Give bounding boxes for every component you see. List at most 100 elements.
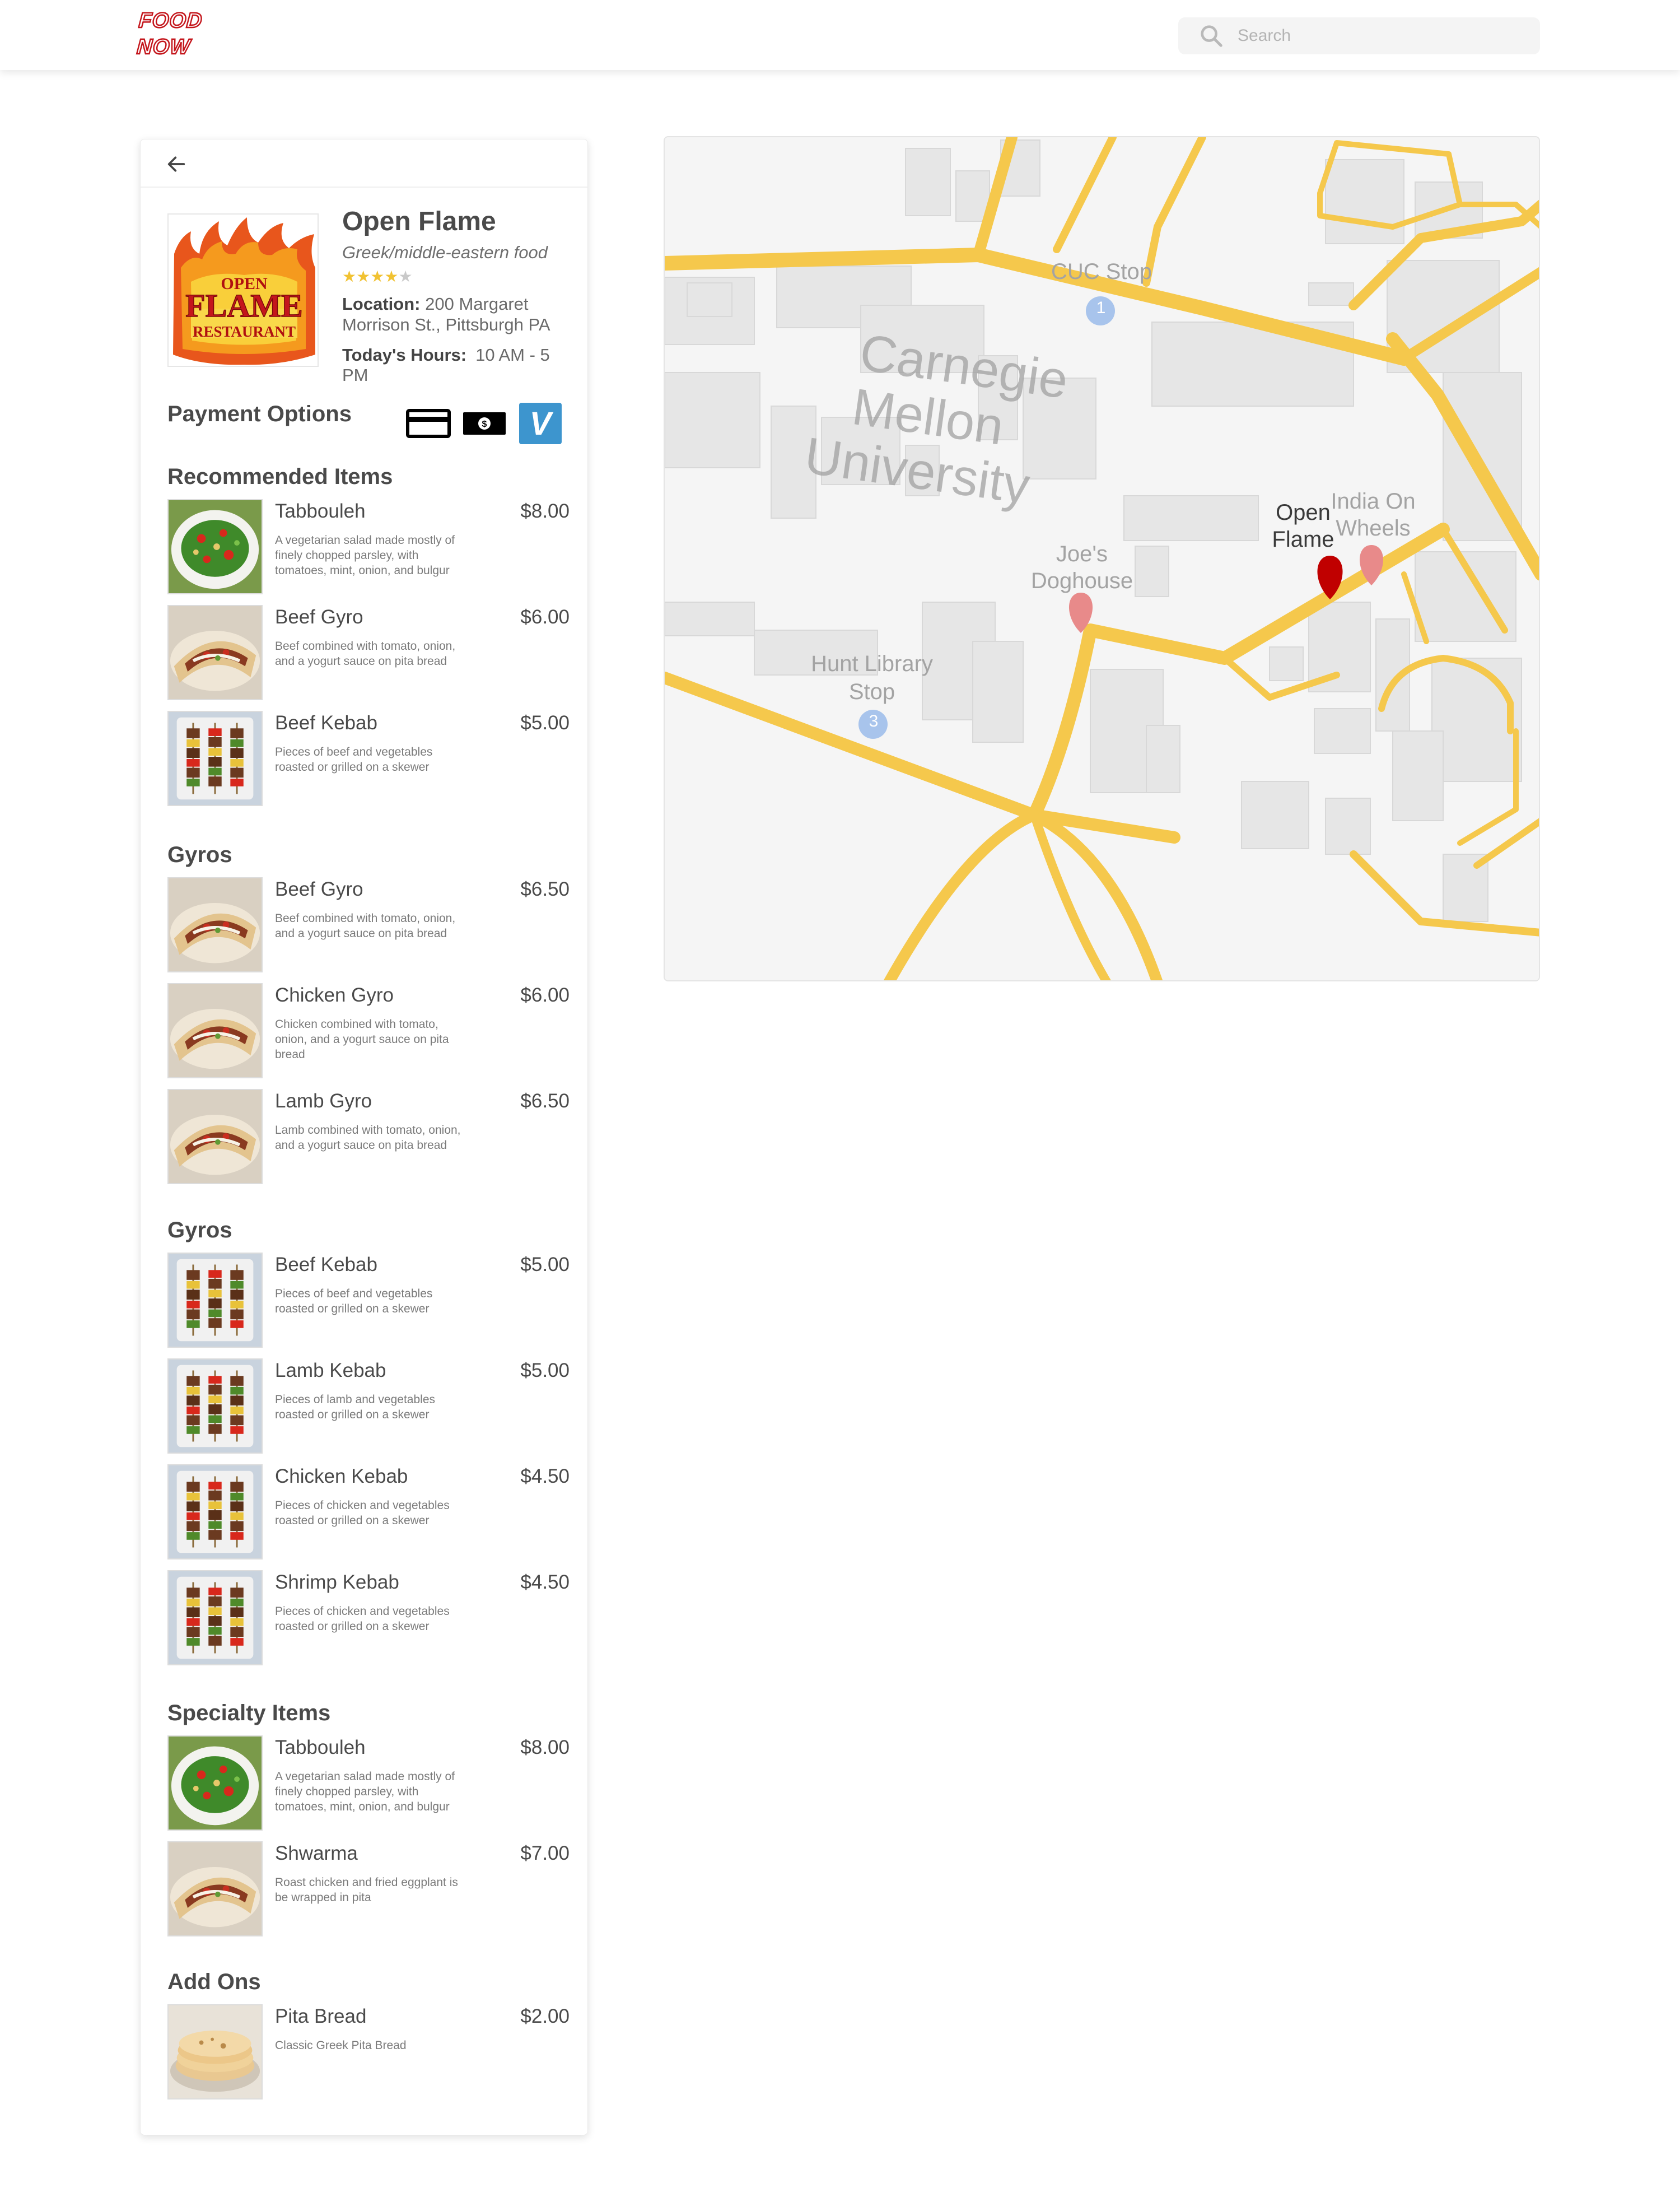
hunt-library-stop-name-2: Stop: [848, 679, 895, 704]
logo-line-1: FOOD: [137, 8, 204, 34]
menu-item[interactable]: Chicken Gyro Chicken combined with tomato…: [167, 983, 571, 1078]
menu-item-name: Beef Kebab: [275, 712, 377, 734]
menu-item-price: $2.00: [520, 2005, 570, 2027]
section-title: Recommended Items: [167, 464, 393, 489]
hours-label: Today's Hours:: [342, 345, 467, 365]
section-title: Specialty Items: [167, 1701, 331, 1725]
search-bar[interactable]: [1178, 17, 1540, 54]
menu-item-name: Tabbouleh: [275, 1737, 366, 1758]
menu-item[interactable]: Beef Gyro Beef combined with tomato, onio…: [167, 877, 571, 972]
menu-item-description: Chicken combined with tomato, onion, and…: [275, 1018, 449, 1061]
location-label: Location:: [342, 294, 421, 314]
menu-item-photo: [167, 1358, 263, 1454]
india-on-wheels-label: India On Wheels: [1320, 488, 1426, 542]
menu-item-description: Pieces of lamb and vegetables roasted or…: [275, 1393, 436, 1421]
top-bar: FOOD NOW: [0, 0, 1680, 70]
menu-item-description: Pieces of chicken and vegetables roasted…: [275, 1499, 450, 1527]
campus-label: Carnegie Mellon University: [801, 319, 1071, 516]
logo-text-flame: FLAME: [185, 287, 302, 324]
cash-icon[interactable]: $: [462, 408, 507, 439]
credit-card-icon[interactable]: [406, 408, 451, 439]
menu-item-price: $6.50: [520, 878, 570, 900]
menu-item[interactable]: Lamb Gyro Lamb combined with tomato, onio…: [167, 1089, 571, 1184]
menu-item-description: Roast chicken and fried eggplant is be w…: [275, 1876, 458, 1904]
menu-item-photo: [167, 1841, 263, 1936]
restaurant-cuisine: Greek/middle-eastern food: [342, 243, 548, 262]
menu-item-description: Lamb combined with tomato, onion, and a …: [275, 1124, 461, 1152]
menu-item-photo: [167, 877, 263, 972]
menu-item[interactable]: Tabbouleh A vegetarian salad made mostly …: [167, 1735, 571, 1831]
card-header: [141, 139, 587, 188]
menu-item[interactable]: Beef Gyro Beef combined with tomato, onio…: [167, 605, 571, 700]
menu-item-photo: [167, 1253, 263, 1348]
food-now-logo[interactable]: FOOD NOW: [136, 8, 204, 60]
back-arrow-icon[interactable]: [165, 153, 188, 175]
location-line-2: Morrison St., Pittsburgh PA: [342, 315, 550, 334]
menu-item-photo: [167, 983, 263, 1078]
menu-item-description: Beef combined with tomato, onion, and a …: [275, 640, 456, 668]
menu-item-description: A vegetarian salad made mostly of finely…: [275, 1770, 455, 1813]
restaurant-hours: Today's Hours: 10 AM - 5 PM: [342, 345, 577, 385]
cuc-stop-number: 1: [1096, 299, 1106, 317]
india-on-wheels-name-2: Wheels: [1336, 516, 1411, 541]
search-input[interactable]: [1238, 26, 1518, 45]
menu-item[interactable]: Beef Kebab Pieces of beef and vegetables …: [167, 711, 571, 806]
menu-item-price: $5.00: [520, 1360, 570, 1381]
logo-line-2: NOW: [136, 35, 192, 60]
restaurant-name: Open Flame: [342, 207, 496, 236]
menu-item-photo: [167, 499, 263, 594]
star-icon: ★: [356, 268, 371, 285]
star-icon: ★: [384, 268, 399, 285]
menu-item[interactable]: Chicken Kebab Pieces of chicken and veget…: [167, 1464, 571, 1559]
menu-item-name: Chicken Gyro: [275, 984, 394, 1006]
menu-item-photo: [167, 711, 263, 806]
menu-item-name: Tabbouleh: [275, 500, 366, 522]
menu-item-price: $4.50: [520, 1465, 570, 1487]
menu-item[interactable]: Shwarma Roast chicken and fried eggplant …: [167, 1841, 571, 1936]
menu-item-name: Beef Gyro: [275, 878, 363, 900]
star-icon: ★: [370, 268, 385, 285]
menu-item[interactable]: Lamb Kebab Pieces of lamb and vegetables …: [167, 1358, 571, 1454]
menu-item-description: Pieces of beef and vegetables roasted or…: [275, 1287, 433, 1315]
restaurant-location: Location: 200 Margaret Morrison St., Pit…: [342, 294, 577, 335]
joes-doghouse-name-2: Doghouse: [1030, 569, 1133, 593]
joes-doghouse-name-1: Joe's: [1056, 542, 1108, 566]
india-on-wheels-name-1: India On: [1331, 489, 1416, 514]
restaurant-logo: OPEN FLAME RESTAURANT: [167, 213, 319, 367]
hunt-library-stop-label: Hunt Library Stop: [794, 650, 950, 706]
menu-item-description: Beef combined with tomato, onion, and a …: [275, 912, 456, 940]
menu-item[interactable]: Pita Bread Classic Greek Pita Bread $2.00: [167, 2004, 571, 2099]
menu-item-description: Pieces of chicken and vegetables roasted…: [275, 1605, 450, 1633]
menu-item-name: Lamb Gyro: [275, 1090, 372, 1112]
hunt-library-stop-name-1: Hunt Library: [811, 651, 933, 676]
map[interactable]: Carnegie Mellon University CUC Stop 1 Hu…: [664, 136, 1540, 981]
menu-item-description: Classic Greek Pita Bread: [275, 2039, 407, 2052]
search-icon: [1201, 25, 1222, 47]
hunt-library-stop-number: 3: [869, 712, 879, 730]
section-title: Gyros: [167, 1218, 232, 1242]
menu-item-name: Beef Kebab: [275, 1254, 377, 1275]
menu-item[interactable]: Beef Kebab Pieces of beef and vegetables …: [167, 1253, 571, 1348]
logo-text-restaurant: RESTAURANT: [193, 323, 296, 340]
cuc-stop-name: CUC Stop: [1051, 259, 1152, 284]
menu-item[interactable]: Shrimp Kebab Pieces of chicken and vegeta…: [167, 1570, 571, 1665]
menu-item-name: Pita Bread: [275, 2005, 367, 2027]
menu-item-description: Pieces of beef and vegetables roasted or…: [275, 746, 433, 774]
menu-item-name: Chicken Kebab: [275, 1465, 408, 1487]
venmo-icon[interactable]: V: [519, 403, 562, 444]
menu-item-photo: [167, 1570, 263, 1665]
location-line-1: 200 Margaret: [425, 294, 529, 314]
menu-item[interactable]: Tabbouleh A vegetarian salad made mostly …: [167, 499, 571, 594]
menu-item-photo: [167, 1464, 263, 1559]
joes-doghouse-label: Joe's Doghouse: [1012, 541, 1152, 594]
cuc-stop-label: CUC Stop: [1034, 259, 1169, 285]
svg-text:$: $: [482, 420, 487, 429]
menu-item-price: $8.00: [520, 500, 570, 522]
menu-item-price: $6.00: [520, 984, 570, 1006]
menu-item-price: $6.50: [520, 1090, 570, 1112]
restaurant-card: OPEN FLAME RESTAURANT Open Flame Greek/m…: [140, 139, 588, 2135]
star-icon: ★: [398, 268, 413, 285]
menu-item-price: $5.00: [520, 1254, 570, 1275]
menu-item-name: Shwarma: [275, 1842, 358, 1864]
menu-item-photo: [167, 1735, 263, 1831]
